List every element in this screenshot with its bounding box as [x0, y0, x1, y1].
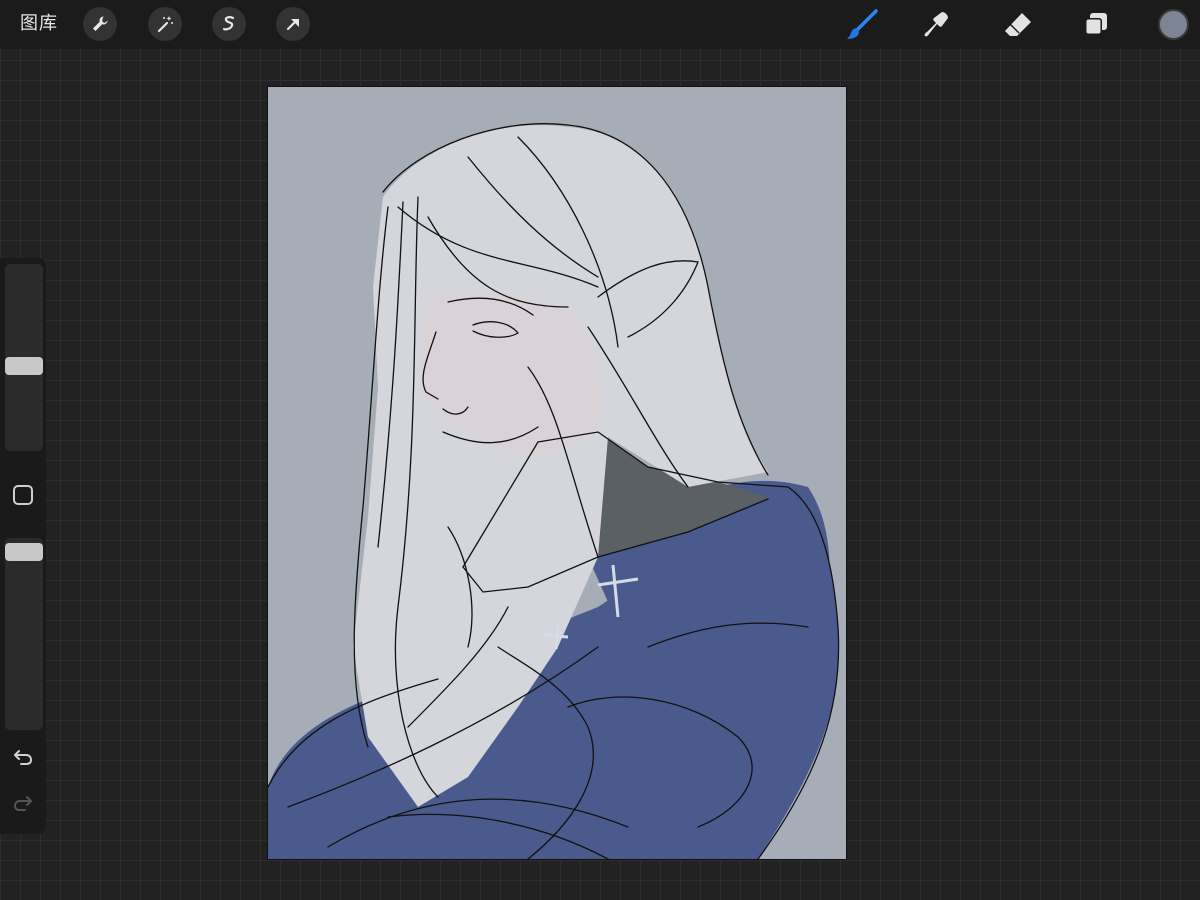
smudge-tool-button[interactable] [920, 7, 956, 43]
opacity-slider[interactable] [5, 538, 43, 730]
brush-icon [847, 9, 878, 39]
selection-button[interactable] [212, 7, 246, 41]
undo-button[interactable] [10, 746, 36, 768]
paint-tool-button[interactable] [844, 7, 880, 43]
adjustments-button[interactable] [148, 7, 182, 41]
opacity-thumb[interactable] [5, 543, 43, 561]
selection-icon [222, 16, 235, 31]
undo-icon [14, 750, 33, 765]
transform-button[interactable] [276, 7, 310, 41]
smudge-icon [924, 12, 948, 37]
wrench-icon [93, 16, 108, 31]
redo-icon [13, 796, 32, 811]
gallery-button[interactable]: 图库 [20, 12, 58, 36]
eraser-icon [1005, 13, 1031, 36]
drawing-canvas[interactable] [268, 87, 846, 859]
modify-button[interactable] [13, 485, 33, 505]
redo-button[interactable] [10, 792, 36, 814]
actions-button[interactable] [83, 7, 117, 41]
eraser-tool-button[interactable] [1000, 7, 1036, 43]
color-picker-button[interactable] [1158, 9, 1189, 40]
brush-size-thumb[interactable] [5, 357, 43, 375]
magic-wand-icon [157, 16, 173, 33]
layers-button[interactable] [1078, 7, 1114, 43]
layers-icon [1085, 13, 1107, 35]
arrow-icon [286, 18, 299, 31]
left-sidebar [0, 258, 46, 834]
artwork-sketch [268, 123, 840, 859]
top-toolbar: 图库 [0, 0, 1200, 49]
